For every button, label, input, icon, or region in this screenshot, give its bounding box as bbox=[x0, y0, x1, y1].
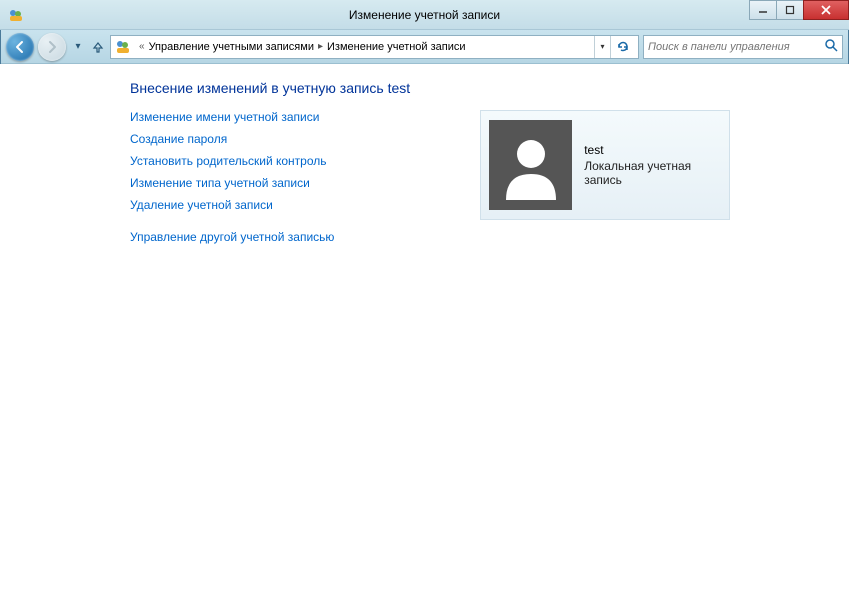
link-change-name[interactable]: Изменение имени учетной записи bbox=[130, 110, 470, 124]
back-button[interactable] bbox=[6, 33, 34, 61]
recent-locations-dropdown[interactable]: ▾ bbox=[70, 37, 86, 57]
breadcrumb-dropdown[interactable]: ▾ bbox=[594, 36, 610, 58]
page-heading: Внесение изменений в учетную запись test bbox=[130, 80, 730, 96]
link-delete-account[interactable]: Удаление учетной записи bbox=[130, 198, 470, 212]
maximize-button[interactable] bbox=[776, 0, 804, 20]
action-links: Изменение имени учетной записи Создание … bbox=[130, 110, 470, 252]
link-change-type[interactable]: Изменение типа учетной записи bbox=[130, 176, 470, 190]
app-icon bbox=[8, 7, 24, 23]
account-card: test Локальная учетная запись bbox=[480, 110, 730, 220]
refresh-button[interactable] bbox=[610, 36, 634, 58]
account-name: test bbox=[584, 143, 721, 157]
link-create-password[interactable]: Создание пароля bbox=[130, 132, 470, 146]
link-manage-other[interactable]: Управление другой учетной записью bbox=[130, 230, 470, 244]
breadcrumb[interactable]: « Управление учетными записями ▸ Изменен… bbox=[110, 35, 639, 59]
nav-bar: ▾ « Управление учетными записями ▸ Измен… bbox=[0, 30, 849, 64]
search-icon[interactable] bbox=[824, 38, 838, 55]
chevron-right-icon: ▸ bbox=[318, 41, 323, 52]
content-area: Внесение изменений в учетную запись test… bbox=[0, 64, 849, 598]
up-button[interactable] bbox=[90, 37, 106, 57]
search-box[interactable] bbox=[643, 35, 843, 59]
breadcrumb-seg-1[interactable]: Управление учетными записями bbox=[149, 41, 314, 53]
link-parental-control[interactable]: Установить родительский контроль bbox=[130, 154, 470, 168]
breadcrumb-icon bbox=[115, 39, 131, 55]
close-button[interactable] bbox=[803, 0, 849, 20]
title-bar: Изменение учетной записи bbox=[0, 0, 849, 30]
account-type: Локальная учетная запись bbox=[584, 159, 721, 187]
forward-button[interactable] bbox=[38, 33, 66, 61]
minimize-button[interactable] bbox=[749, 0, 777, 20]
avatar bbox=[489, 120, 572, 210]
search-input[interactable] bbox=[648, 41, 824, 53]
account-info: test Локальная учетная запись bbox=[584, 143, 721, 187]
window-title: Изменение учетной записи bbox=[0, 8, 849, 22]
breadcrumb-seg-2[interactable]: Изменение учетной записи bbox=[327, 41, 466, 53]
breadcrumb-prefix: « bbox=[139, 41, 145, 52]
window-controls bbox=[750, 0, 849, 20]
